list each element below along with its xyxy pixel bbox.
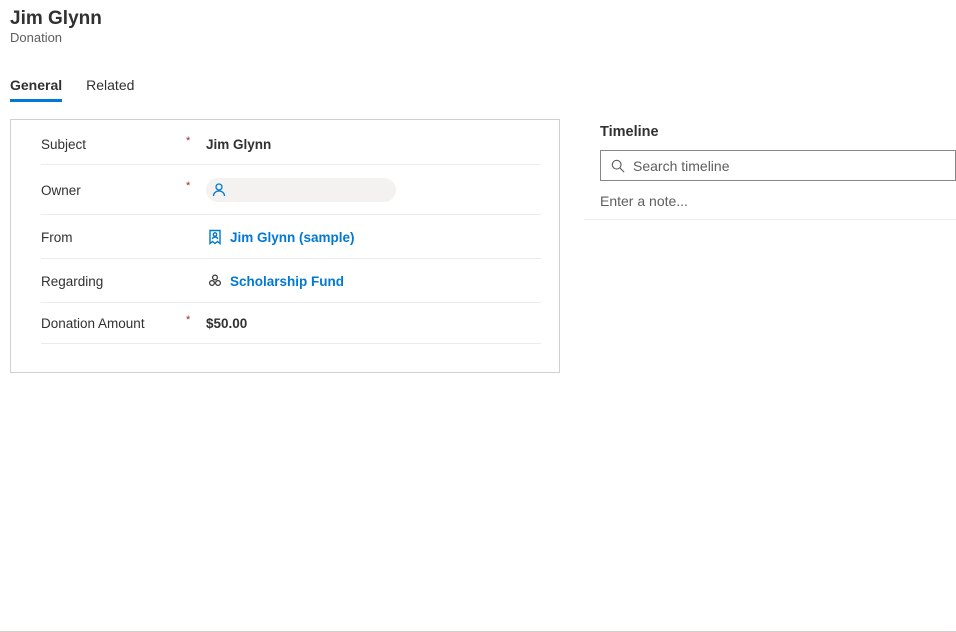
field-value-donation-amount[interactable]: $50.00 [206, 316, 247, 331]
field-row-donation-amount: Donation Amount * $50.00 [41, 303, 541, 344]
field-row-regarding: Regarding Scholarship Fund [41, 259, 541, 303]
required-indicator: * [186, 314, 206, 326]
field-row-owner: Owner * [41, 165, 541, 215]
form-card: Subject * Jim Glynn Owner * From [10, 119, 560, 373]
required-indicator: * [186, 180, 206, 192]
record-header: Jim Glynn Donation [0, 0, 956, 49]
timeline-panel: Timeline Enter a note... [584, 119, 956, 373]
required-indicator: * [186, 135, 206, 147]
tab-related[interactable]: Related [86, 71, 134, 102]
entity-icon [206, 272, 224, 290]
tab-general[interactable]: General [10, 71, 62, 102]
record-title: Jim Glynn [10, 8, 946, 30]
owner-lookup-pill[interactable] [206, 178, 396, 202]
field-label-regarding: Regarding [41, 274, 186, 289]
field-value-from[interactable]: Jim Glynn (sample) [206, 228, 355, 246]
timeline-note-prompt[interactable]: Enter a note... [584, 181, 956, 220]
record-entity-type: Donation [10, 30, 946, 45]
contact-icon [206, 228, 224, 246]
search-icon [611, 159, 625, 173]
field-value-subject[interactable]: Jim Glynn [206, 137, 271, 152]
timeline-search[interactable] [600, 150, 956, 181]
regarding-link-text: Scholarship Fund [230, 274, 344, 289]
field-label-donation-amount: Donation Amount [41, 316, 186, 331]
field-row-from: From Jim Glynn (sample) [41, 215, 541, 259]
field-row-subject: Subject * Jim Glynn [41, 124, 541, 165]
timeline-title: Timeline [584, 121, 956, 150]
field-label-from: From [41, 230, 186, 245]
timeline-search-input[interactable] [633, 158, 945, 174]
tab-bar: General Related [0, 71, 956, 103]
field-label-owner: Owner [41, 183, 186, 198]
person-icon [210, 181, 228, 199]
from-link-text: Jim Glynn (sample) [230, 230, 355, 245]
field-value-regarding[interactable]: Scholarship Fund [206, 272, 344, 290]
field-label-subject: Subject [41, 137, 186, 152]
main-content: Subject * Jim Glynn Owner * From [0, 103, 956, 373]
